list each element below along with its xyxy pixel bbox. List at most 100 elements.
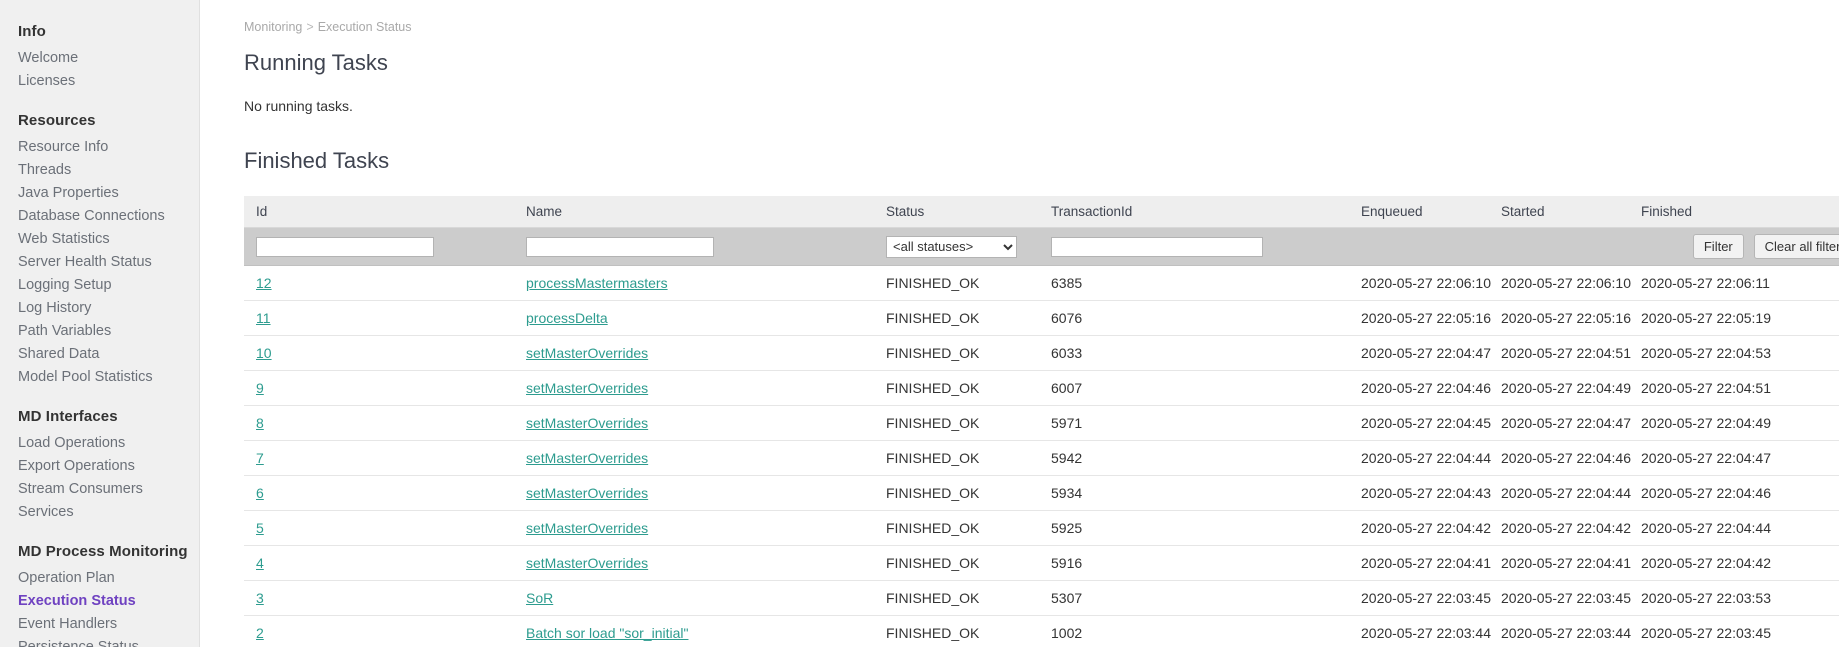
task-name-link[interactable]: setMasterOverrides <box>526 380 648 396</box>
sidebar-item-execution-status[interactable]: Execution Status <box>0 589 199 612</box>
sidebar-item-web-statistics[interactable]: Web Statistics <box>0 227 199 250</box>
sidebar-item-load-operations[interactable]: Load Operations <box>0 431 199 454</box>
sidebar-item-services[interactable]: Services <box>0 500 199 523</box>
cell-id: 7 <box>244 441 514 476</box>
column-header-id[interactable]: Id <box>244 196 514 228</box>
cell-finished: 2020-05-27 22:03:53 <box>1629 581 1839 616</box>
sidebar-item-shared-data[interactable]: Shared Data <box>0 342 199 365</box>
sidebar-item-stream-consumers[interactable]: Stream Consumers <box>0 477 199 500</box>
column-header-status[interactable]: Status <box>874 196 1039 228</box>
sidebar-group-title: Resources <box>0 107 199 135</box>
table-body: 12processMastermastersFINISHED_OK6385202… <box>244 266 1839 647</box>
task-name-link[interactable]: Batch sor load "sor_initial" <box>526 625 688 641</box>
task-id-link[interactable]: 3 <box>256 590 264 606</box>
sidebar-item-model-pool-statistics[interactable]: Model Pool Statistics <box>0 365 199 388</box>
cell-name: processMastermasters <box>514 266 874 301</box>
sidebar-group-gap <box>0 527 199 538</box>
cell-finished: 2020-05-27 22:04:53 <box>1629 336 1839 371</box>
filter-name-input[interactable] <box>526 237 714 257</box>
sidebar-item-resource-info[interactable]: Resource Info <box>0 135 199 158</box>
task-id-link[interactable]: 4 <box>256 555 264 571</box>
filter-cell-started <box>1489 228 1629 266</box>
column-header-transactionid[interactable]: TransactionId <box>1039 196 1349 228</box>
task-name-link[interactable]: processDelta <box>526 310 608 326</box>
task-id-link[interactable]: 8 <box>256 415 264 431</box>
filter-button[interactable]: Filter <box>1693 234 1744 259</box>
cell-finished: 2020-05-27 22:06:11 <box>1629 266 1839 301</box>
column-header-started[interactable]: Started <box>1489 196 1629 228</box>
table-row: 10setMasterOverridesFINISHED_OK60332020-… <box>244 336 1839 371</box>
task-id-link[interactable]: 12 <box>256 275 272 291</box>
cell-started: 2020-05-27 22:03:44 <box>1489 616 1629 647</box>
task-name-link[interactable]: setMasterOverrides <box>526 415 648 431</box>
cell-name: setMasterOverrides <box>514 546 874 581</box>
cell-enqueued: 2020-05-27 22:04:43 <box>1349 476 1489 511</box>
clear-all-filters-button[interactable]: Clear all filters <box>1754 234 1839 259</box>
cell-started: 2020-05-27 22:04:44 <box>1489 476 1629 511</box>
filter-status-select[interactable]: <all statuses> <box>886 236 1017 258</box>
task-name-link[interactable]: setMasterOverrides <box>526 345 648 361</box>
column-header-finished[interactable]: Finished <box>1629 196 1839 228</box>
cell-id: 3 <box>244 581 514 616</box>
task-id-link[interactable]: 10 <box>256 345 272 361</box>
sidebar-item-logging-setup[interactable]: Logging Setup <box>0 273 199 296</box>
sidebar-item-persistence-status[interactable]: Persistence Status <box>0 635 199 647</box>
cell-id: 6 <box>244 476 514 511</box>
task-id-link[interactable]: 6 <box>256 485 264 501</box>
sidebar-item-server-health-status[interactable]: Server Health Status <box>0 250 199 273</box>
task-name-link[interactable]: setMasterOverrides <box>526 555 648 571</box>
cell-status: FINISHED_OK <box>874 266 1039 301</box>
sidebar-item-operation-plan[interactable]: Operation Plan <box>0 566 199 589</box>
finished-tasks-table: Id Name Status TransactionId Enqueued St… <box>244 196 1839 647</box>
sidebar-item-threads[interactable]: Threads <box>0 158 199 181</box>
cell-enqueued: 2020-05-27 22:04:44 <box>1349 441 1489 476</box>
sidebar-item-log-history[interactable]: Log History <box>0 296 199 319</box>
task-name-link[interactable]: setMasterOverrides <box>526 520 648 536</box>
cell-id: 4 <box>244 546 514 581</box>
cell-enqueued: 2020-05-27 22:04:45 <box>1349 406 1489 441</box>
cell-id: 9 <box>244 371 514 406</box>
cell-started: 2020-05-27 22:04:42 <box>1489 511 1629 546</box>
filter-id-input[interactable] <box>256 237 434 257</box>
task-id-link[interactable]: 7 <box>256 450 264 466</box>
task-name-link[interactable]: processMastermasters <box>526 275 668 291</box>
sidebar-item-licenses[interactable]: Licenses <box>0 69 199 92</box>
cell-started: 2020-05-27 22:04:51 <box>1489 336 1629 371</box>
cell-finished: 2020-05-27 22:04:46 <box>1629 476 1839 511</box>
table-filter-row: <all statuses> Filter Clear all filters <box>244 228 1839 266</box>
sidebar-item-event-handlers[interactable]: Event Handlers <box>0 612 199 635</box>
filter-transactionid-input[interactable] <box>1051 237 1263 257</box>
cell-transactionid: 6007 <box>1039 371 1349 406</box>
cell-started: 2020-05-27 22:05:16 <box>1489 301 1629 336</box>
cell-transactionid: 6076 <box>1039 301 1349 336</box>
cell-enqueued: 2020-05-27 22:04:47 <box>1349 336 1489 371</box>
task-id-link[interactable]: 11 <box>256 310 271 326</box>
task-id-link[interactable]: 5 <box>256 520 264 536</box>
sidebar-item-export-operations[interactable]: Export Operations <box>0 454 199 477</box>
cell-id: 5 <box>244 511 514 546</box>
column-header-name[interactable]: Name <box>514 196 874 228</box>
task-id-link[interactable]: 2 <box>256 625 264 641</box>
sidebar-item-welcome[interactable]: Welcome <box>0 46 199 69</box>
app-root: InfoWelcomeLicensesResourcesResource Inf… <box>0 0 1839 647</box>
cell-finished: 2020-05-27 22:04:44 <box>1629 511 1839 546</box>
cell-status: FINISHED_OK <box>874 406 1039 441</box>
task-id-link[interactable]: 9 <box>256 380 264 396</box>
cell-transactionid: 6385 <box>1039 266 1349 301</box>
table-row: 4setMasterOverridesFINISHED_OK59162020-0… <box>244 546 1839 581</box>
task-name-link[interactable]: SoR <box>526 590 553 606</box>
breadcrumb-root[interactable]: Monitoring <box>244 20 302 34</box>
sidebar-group-gap <box>0 96 199 107</box>
task-name-link[interactable]: setMasterOverrides <box>526 450 648 466</box>
cell-started: 2020-05-27 22:06:10 <box>1489 266 1629 301</box>
sidebar-item-java-properties[interactable]: Java Properties <box>0 181 199 204</box>
task-name-link[interactable]: setMasterOverrides <box>526 485 648 501</box>
column-header-enqueued[interactable]: Enqueued <box>1349 196 1489 228</box>
cell-started: 2020-05-27 22:04:46 <box>1489 441 1629 476</box>
sidebar-item-database-connections[interactable]: Database Connections <box>0 204 199 227</box>
cell-enqueued: 2020-05-27 22:03:45 <box>1349 581 1489 616</box>
cell-id: 10 <box>244 336 514 371</box>
breadcrumb-current[interactable]: Execution Status <box>318 20 412 34</box>
cell-started: 2020-05-27 22:04:49 <box>1489 371 1629 406</box>
sidebar-item-path-variables[interactable]: Path Variables <box>0 319 199 342</box>
